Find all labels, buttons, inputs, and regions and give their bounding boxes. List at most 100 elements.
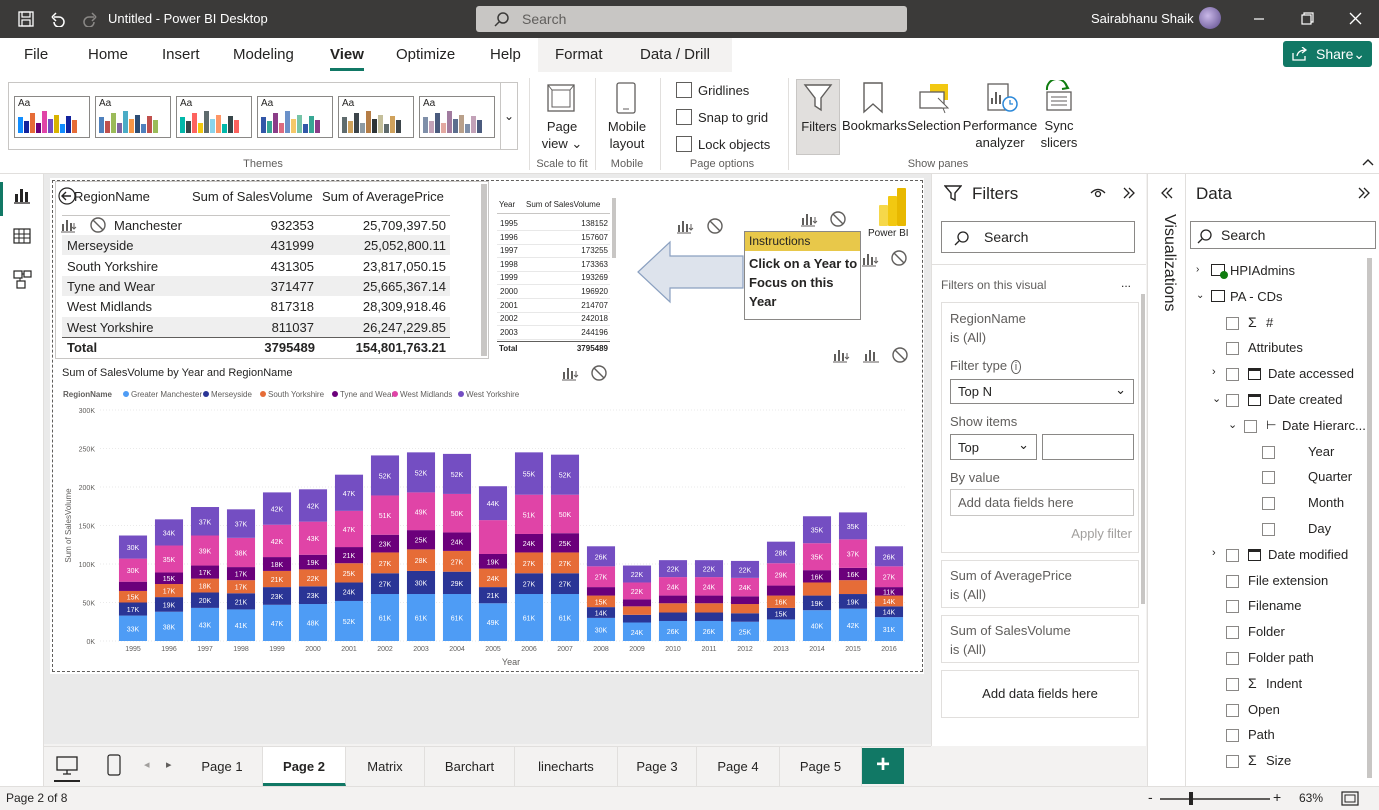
small-sales-cell[interactable]: 157607 xyxy=(560,233,608,242)
bar-segment[interactable] xyxy=(766,585,796,596)
drill-icon-4[interactable] xyxy=(861,250,881,268)
data-field-item[interactable]: ⌄ PA - CDs xyxy=(1186,288,1366,310)
minimize-icon[interactable] xyxy=(1253,13,1265,25)
tree-chevron-icon[interactable]: ⌄ xyxy=(1228,418,1237,431)
no-filter-icon-5[interactable] xyxy=(891,346,909,364)
prev-page-icon[interactable]: ◂ xyxy=(144,758,150,771)
bar-segment[interactable] xyxy=(658,603,688,613)
field-checkbox[interactable] xyxy=(1226,729,1239,743)
page-tab-barchart[interactable]: Barchart xyxy=(425,747,515,786)
filters-more-icon[interactable]: ... xyxy=(1121,276,1131,290)
data-field-item[interactable]: Open xyxy=(1186,701,1366,723)
no-filter-icon-2[interactable] xyxy=(706,217,724,235)
theme-3[interactable]: Aa xyxy=(176,96,252,138)
legend-item[interactable]: Tyne and Wear xyxy=(340,390,394,399)
selection-pane-button[interactable]: Selection xyxy=(904,80,964,156)
performance-analyzer-button[interactable]: Performance analyzer xyxy=(963,80,1037,156)
field-checkbox[interactable] xyxy=(1226,703,1239,717)
tree-chevron-icon[interactable]: › xyxy=(1196,264,1199,275)
avg-price-filter-card[interactable]: Sum of AveragePrice is (All) xyxy=(941,560,1139,608)
data-search-input[interactable]: Search xyxy=(1190,221,1376,249)
small-sales-cell[interactable]: 242018 xyxy=(560,314,608,323)
menu-modeling[interactable]: Modeling xyxy=(233,38,294,72)
field-checkbox[interactable] xyxy=(1226,652,1239,665)
data-field-item[interactable]: Σ Size xyxy=(1186,752,1366,774)
table-row[interactable]: Manchester 932353 25,709,397.50 xyxy=(62,215,450,235)
instructions-box[interactable]: Instructions Click on a Year to Focus on… xyxy=(744,231,861,320)
data-field-item[interactable]: Σ # xyxy=(1186,314,1366,336)
drill-icon-3[interactable] xyxy=(800,210,820,228)
restore-icon[interactable] xyxy=(1301,12,1314,25)
legend-item[interactable]: Merseyside xyxy=(211,390,252,399)
zoom-in-button[interactable]: + xyxy=(1273,789,1281,805)
tree-chevron-icon[interactable]: › xyxy=(1212,547,1216,559)
page-view-button[interactable]: Page view ⌄ xyxy=(535,80,589,160)
table-scrollbar[interactable] xyxy=(481,184,487,356)
data-field-item[interactable]: Folder xyxy=(1186,623,1366,645)
data-field-item[interactable]: › Date accessed xyxy=(1186,365,1366,387)
left-arrow-shape[interactable] xyxy=(636,239,746,305)
data-field-item[interactable]: Filename xyxy=(1186,597,1366,619)
small-sales-cell[interactable]: 173363 xyxy=(560,260,608,269)
close-icon[interactable] xyxy=(1349,12,1362,25)
themes-expand-icon[interactable]: ⌄ xyxy=(500,83,517,149)
field-checkbox[interactable] xyxy=(1262,471,1275,485)
snap-to-grid-checkbox[interactable] xyxy=(676,109,692,125)
data-field-item[interactable]: Σ Indent xyxy=(1186,675,1366,697)
bar-segment[interactable] xyxy=(622,606,652,615)
data-field-item[interactable]: Path xyxy=(1186,726,1366,748)
top-n-count-input[interactable] xyxy=(1042,434,1134,460)
top-dropdown[interactable]: Top ⌄ xyxy=(950,434,1037,460)
bar-segment[interactable] xyxy=(586,587,616,596)
small-year-cell[interactable]: 1997 xyxy=(500,246,518,255)
field-checkbox[interactable] xyxy=(1226,677,1239,691)
filters-pane-button[interactable]: Filters xyxy=(796,79,840,155)
small-sales-cell[interactable]: 196920 xyxy=(560,287,608,296)
small-year-cell[interactable]: 1999 xyxy=(500,273,518,282)
tree-chevron-icon[interactable]: ⌄ xyxy=(1196,290,1204,301)
bar-segment[interactable] xyxy=(730,604,760,614)
filters-scrollbar[interactable] xyxy=(1141,294,1145,604)
bar-segment[interactable] xyxy=(730,596,760,605)
bar-segment[interactable] xyxy=(658,595,688,604)
zoom-slider-track[interactable] xyxy=(1160,798,1270,800)
small-year-cell[interactable]: 2001 xyxy=(500,301,518,310)
table-row[interactable]: Tyne and Wear 371477 25,665,367.14 xyxy=(62,275,450,296)
field-checkbox[interactable] xyxy=(1226,548,1239,562)
drill-icon-6[interactable] xyxy=(561,364,581,382)
theme-5[interactable]: Aa xyxy=(338,96,414,138)
data-field-item[interactable]: Quarter xyxy=(1186,468,1366,490)
zoom-out-button[interactable]: - xyxy=(1148,789,1153,805)
field-checkbox[interactable] xyxy=(1226,755,1239,769)
data-field-item[interactable]: Attributes xyxy=(1186,339,1366,361)
table-row[interactable]: Merseyside 431999 25,052,800.11 xyxy=(62,235,450,256)
page-tab-page-3[interactable]: Page 3 xyxy=(618,747,697,786)
bar-chart-icon[interactable] xyxy=(862,346,880,364)
theme-1[interactable]: Aa xyxy=(14,96,90,138)
legend-item[interactable]: West Midlands xyxy=(400,390,452,399)
gridlines-checkbox[interactable] xyxy=(676,82,692,98)
bar-segment[interactable] xyxy=(694,612,724,621)
bar-segment[interactable] xyxy=(694,595,724,604)
bar-segment[interactable] xyxy=(838,580,868,595)
table-row[interactable]: West Yorkshire 811037 26,247,229.85 xyxy=(62,316,450,337)
data-field-item[interactable]: › HPIAdmins xyxy=(1186,262,1366,284)
table-row[interactable]: West Midlands 817318 28,309,918.46 xyxy=(62,296,450,316)
data-scrollbar[interactable] xyxy=(1367,258,1372,778)
field-checkbox[interactable] xyxy=(1226,368,1239,382)
small-year-cell[interactable]: 1996 xyxy=(500,233,518,242)
menu-home[interactable]: Home xyxy=(88,38,128,72)
bar-segment[interactable] xyxy=(622,599,652,607)
add-page-button[interactable]: + xyxy=(862,748,904,784)
mobile-layout-icon[interactable] xyxy=(107,754,121,776)
data-field-item[interactable]: Folder path xyxy=(1186,649,1366,671)
page-tab-page-5[interactable]: Page 5 xyxy=(780,747,862,786)
collapse-ribbon-icon[interactable] xyxy=(1362,157,1374,167)
next-page-icon[interactable]: ▸ xyxy=(166,758,172,771)
drill-icon-5[interactable] xyxy=(832,346,852,364)
stacked-bar-chart[interactable]: RegionName Greater Manchester Merseyside So… xyxy=(55,384,921,670)
search-input[interactable]: Search xyxy=(476,6,907,32)
redo-icon[interactable] xyxy=(82,11,98,27)
menu-file[interactable]: File xyxy=(24,38,48,72)
small-year-cell[interactable]: 1995 xyxy=(500,219,518,228)
